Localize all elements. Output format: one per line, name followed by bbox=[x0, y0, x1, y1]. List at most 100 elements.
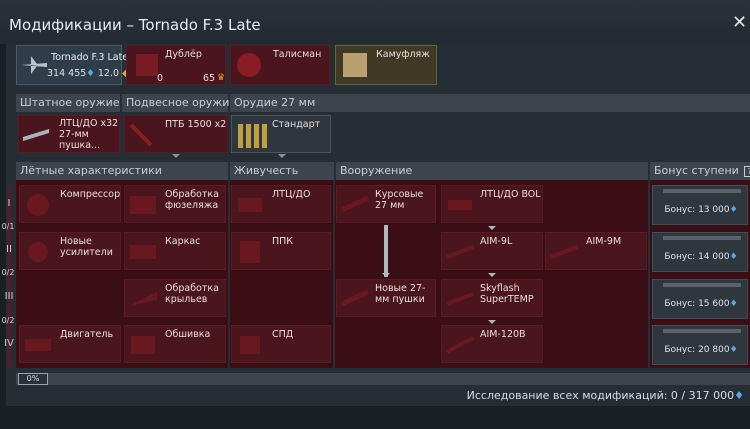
mod-aim9m[interactable]: AIM-9M bbox=[545, 232, 647, 270]
tier-bonus-header: Бонус ступени ? bbox=[650, 162, 750, 180]
research-progress-bar bbox=[16, 373, 750, 385]
mod-boosters[interactable]: Новые усилители bbox=[19, 232, 121, 270]
rp-icon: ♦ bbox=[729, 345, 738, 355]
crew-label: Дублёр bbox=[165, 49, 202, 60]
unit-stats: 314 455♦ 12.0 ◆ bbox=[47, 68, 129, 79]
help-icon[interactable]: ? bbox=[744, 166, 750, 177]
tier-2-label: II bbox=[6, 244, 12, 255]
bonus-value: Бонус: 13 000♦ bbox=[664, 205, 738, 215]
tier-bonus-label: Бонус ступени bbox=[654, 164, 739, 177]
gun27-slot[interactable]: Стандарт bbox=[231, 115, 331, 153]
mod-label: Каркас bbox=[165, 236, 201, 247]
tier-bonus-box: Бонус: 15 600♦ bbox=[652, 279, 748, 319]
mod-label: ЛТЦ/ДО bbox=[272, 189, 311, 200]
mod-compressor[interactable]: Компрессор bbox=[19, 185, 121, 223]
mod-label: Обработка фюзеляжа bbox=[165, 189, 219, 211]
unit-card[interactable]: Tornado F.3 Late 314 455♦ 12.0 ◆ bbox=[16, 45, 129, 85]
wing-icon bbox=[129, 292, 157, 306]
mod-label: ППК bbox=[272, 236, 294, 247]
column-divider bbox=[228, 180, 230, 368]
bonus-progress bbox=[663, 329, 741, 333]
ammo-icon bbox=[238, 198, 262, 212]
dependency-arrow bbox=[384, 225, 388, 277]
close-icon[interactable]: ✕ bbox=[732, 14, 748, 32]
title-bar: Модификации – Tornado F.3 Late ✕ bbox=[0, 0, 750, 44]
crew-count: 0 bbox=[157, 73, 164, 84]
camo-label: Камуфляж bbox=[376, 49, 430, 60]
gun-pod-icon bbox=[23, 129, 49, 141]
flare-icon bbox=[240, 336, 260, 354]
missile-icon bbox=[446, 245, 474, 259]
mod-ltc-1[interactable]: ЛТЦ/ДО bbox=[231, 185, 331, 223]
mod-label: AIM-9M bbox=[586, 236, 622, 247]
mod-label: AIM-120B bbox=[480, 329, 526, 340]
fuel-tank-icon bbox=[129, 123, 153, 147]
mod-skin[interactable]: Обшивка bbox=[124, 325, 226, 363]
tier-bonus-box: Бонус: 13 000♦ bbox=[652, 185, 748, 225]
crew-slot[interactable]: Дублёр 0 65 ♛ bbox=[126, 45, 226, 85]
standard-weapon-slot[interactable]: ЛТЦ/ДО x32 27-мм пушка... bbox=[18, 115, 120, 153]
mod-label: ЛТЦ/ДО BOL bbox=[480, 189, 541, 200]
mod-label: Новые усилители bbox=[60, 236, 113, 258]
standard-weapons-header: Штатное оружие bbox=[16, 94, 120, 112]
tier-1-fraction: 0/1 bbox=[1, 222, 15, 231]
mod-frame[interactable]: Каркас bbox=[124, 232, 226, 270]
mod-label: AIM-9L bbox=[480, 236, 513, 247]
mod-new27[interactable]: Новые 27-мм пушки bbox=[336, 279, 436, 317]
window-title: Модификации – Tornado F.3 Late bbox=[9, 16, 261, 34]
chevron-down-icon[interactable] bbox=[172, 154, 180, 158]
bonus-value: Бонус: 15 600♦ bbox=[664, 299, 738, 309]
mod-ltc-bol[interactable]: ЛТЦ/ДО BOL bbox=[441, 185, 543, 223]
cannon-icon bbox=[340, 195, 370, 213]
gun27-header: Орудие 27 мм bbox=[230, 94, 750, 112]
mod-label: СПД bbox=[272, 329, 294, 340]
ammo-belt-icon bbox=[238, 124, 267, 148]
gold-icon: ♛ bbox=[217, 73, 226, 83]
research-all-total: Исследование всех модификаций: 0 / 317 0… bbox=[466, 389, 744, 402]
camo-slot[interactable]: Камуфляж bbox=[335, 45, 437, 85]
mod-spd[interactable]: СПД bbox=[231, 325, 331, 363]
booster-icon bbox=[28, 242, 48, 262]
missile-icon bbox=[550, 245, 578, 259]
tier-bonus-box: Бонус: 14 000♦ bbox=[652, 232, 748, 272]
compressor-icon bbox=[27, 194, 49, 216]
research-points: 314 455 bbox=[47, 68, 87, 79]
bonus-progress bbox=[663, 283, 741, 287]
battle-rating: 12.0 bbox=[97, 68, 120, 79]
bonus-progress bbox=[663, 236, 741, 240]
mod-wings[interactable]: Обработка крыльев bbox=[124, 279, 226, 317]
mod-skyflash[interactable]: Skyflash SuperTEMP bbox=[441, 279, 543, 317]
mod-aim120[interactable]: AIM-120B bbox=[441, 325, 543, 363]
mod-ppk[interactable]: ППК bbox=[231, 232, 331, 270]
mod-fuselage[interactable]: Обработка фюзеляжа bbox=[124, 185, 226, 223]
mod-aim9l[interactable]: AIM-9L bbox=[441, 232, 543, 270]
skin-icon bbox=[131, 336, 155, 354]
armament-section-header: Вооружение bbox=[336, 162, 648, 180]
mod-cannon27[interactable]: Курсовые 27 мм bbox=[336, 185, 436, 223]
mod-engine[interactable]: Двигатель bbox=[19, 325, 121, 363]
rp-icon: ♦ bbox=[729, 252, 738, 262]
research-percent: 0% bbox=[18, 373, 48, 385]
fuselage-icon bbox=[130, 196, 156, 214]
arrow-down-icon bbox=[488, 320, 496, 324]
tier-4-label: IV bbox=[4, 338, 14, 349]
suspended-weapons-header: Подвесное оружие bbox=[122, 94, 236, 112]
bonus-value: Бонус: 20 800♦ bbox=[664, 345, 738, 355]
talisman-slot[interactable]: Талисман bbox=[230, 45, 330, 85]
rp-icon: ♦ bbox=[86, 68, 95, 79]
missile-icon bbox=[446, 336, 474, 354]
survivability-section-header: Живучесть bbox=[230, 162, 334, 180]
tier-3-fraction: 0/2 bbox=[1, 316, 15, 325]
mod-label: Двигатель bbox=[60, 329, 114, 340]
mod-label: Обработка крыльев bbox=[165, 283, 219, 305]
suspended-weapon-label: ПТБ 1500 x2 bbox=[165, 119, 227, 130]
column-divider bbox=[333, 180, 335, 368]
mod-label: Компрессор bbox=[60, 189, 121, 200]
camo-icon bbox=[343, 53, 367, 77]
mod-label: Курсовые 27 мм bbox=[375, 189, 424, 211]
tier-1-label: I bbox=[7, 198, 11, 209]
chevron-down-icon[interactable] bbox=[278, 154, 286, 158]
rp-icon: ♦ bbox=[729, 299, 738, 309]
suspended-weapon-slot[interactable]: ПТБ 1500 x2 bbox=[124, 115, 228, 153]
gsuit-icon bbox=[240, 241, 260, 263]
